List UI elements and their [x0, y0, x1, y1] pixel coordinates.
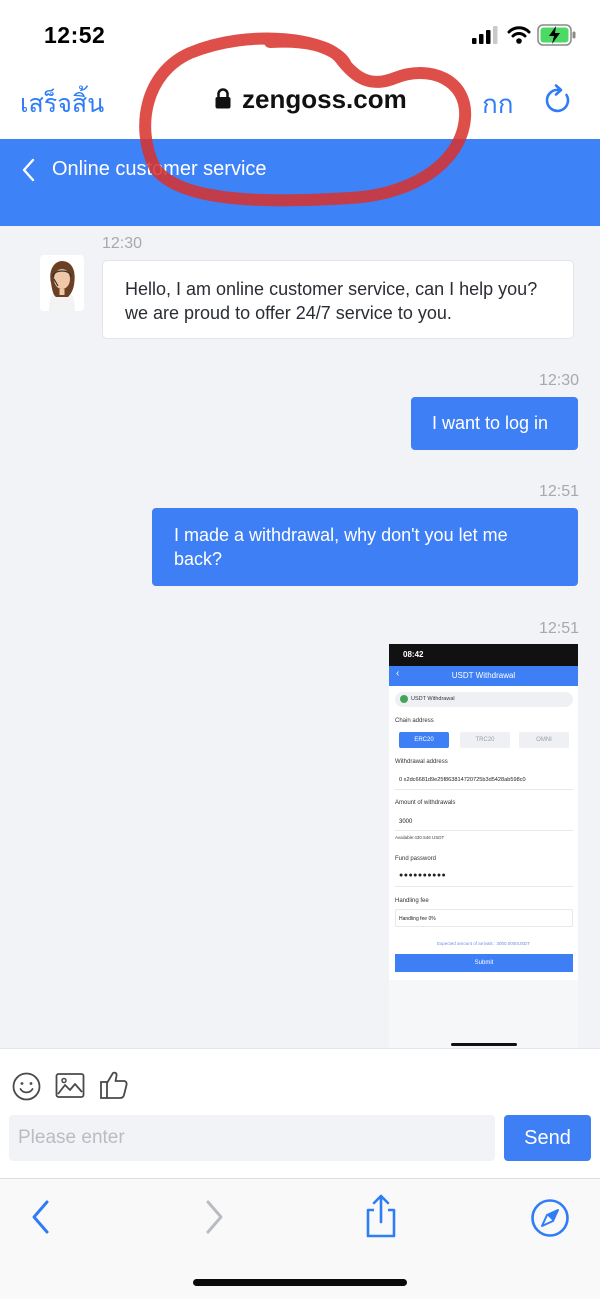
message-input[interactable]: [9, 1115, 495, 1161]
fund-password-value: ●●●●●●●●●●: [399, 872, 447, 879]
wifi-icon: [507, 26, 531, 44]
expected-arrival: Expected amount of arrivals : 3000.0000U…: [436, 941, 531, 946]
home-indicator: [193, 1279, 407, 1286]
message-timestamp: 12:51: [538, 620, 579, 637]
text-size-button[interactable]: กก: [482, 84, 513, 125]
attachment-tab-label: USDT Withdrawal: [411, 696, 455, 702]
done-button[interactable]: เสร็จสิ้น: [20, 84, 104, 124]
amount-value: 3000: [399, 819, 413, 825]
status-time: 12:52: [44, 22, 106, 48]
attachment-home-indicator: [451, 1043, 517, 1046]
reload-icon[interactable]: [544, 84, 574, 116]
back-chevron-icon[interactable]: [20, 157, 38, 183]
fund-password-label: Fund password: [395, 856, 437, 862]
handling-fee-value: Handling fee 0%: [399, 916, 436, 922]
chain-chip: TRC20: [460, 732, 510, 748]
amount-label: Amount of withdrawals: [395, 800, 456, 806]
agent-avatar: [40, 255, 84, 311]
forward-icon[interactable]: [201, 1198, 227, 1236]
cellular-signal-icon: [472, 26, 498, 44]
share-icon[interactable]: [362, 1193, 400, 1239]
attachment-submit-button: Submit: [395, 954, 573, 972]
message-timestamp: 12:51: [538, 483, 579, 500]
message-timestamp: 12:30: [102, 235, 143, 252]
emoji-icon[interactable]: [12, 1072, 41, 1101]
available-balance: Available:430.546 USDT: [395, 835, 445, 840]
url-address[interactable]: zengoss.com: [242, 84, 407, 115]
image-attachment[interactable]: 08:42 ‹ USDT Withdrawal USDT Withdrawal …: [389, 644, 578, 1048]
withdrawal-address-value: 0 x2dc6681d9e25f863814720725b3d5428ab598…: [399, 777, 526, 783]
send-button[interactable]: Send: [504, 1115, 591, 1161]
back-icon[interactable]: [28, 1198, 54, 1236]
message-timestamp: 12:30: [538, 372, 579, 389]
compass-icon[interactable]: [530, 1198, 570, 1238]
attachment-status-time: 08:42: [403, 650, 424, 659]
withdrawal-address-label: Withdrawal address: [395, 759, 448, 765]
usdt-coin-icon: [400, 695, 408, 703]
user-message-bubble: I made a withdrawal, why don't you let m…: [152, 508, 578, 586]
handling-fee-label: Handling fee: [395, 898, 429, 904]
chain-chip: OMNI: [519, 732, 569, 748]
battery-charging-icon: [537, 24, 576, 46]
chain-address-label: Chain address: [395, 718, 434, 724]
attachment-title: USDT Withdrawal: [451, 671, 516, 680]
app-header: [0, 139, 600, 226]
attachment-lower-area: [389, 980, 578, 1048]
page-title: Online customer service: [52, 158, 267, 180]
user-message-bubble: I want to log in: [411, 397, 578, 450]
lock-icon: [215, 88, 231, 109]
thumbs-up-icon[interactable]: [99, 1070, 129, 1100]
chain-chip: ERC20: [399, 732, 449, 748]
image-icon[interactable]: [55, 1072, 85, 1100]
agent-message-bubble: Hello, I am online customer service, can…: [102, 260, 574, 339]
amount-field: [395, 813, 573, 831]
